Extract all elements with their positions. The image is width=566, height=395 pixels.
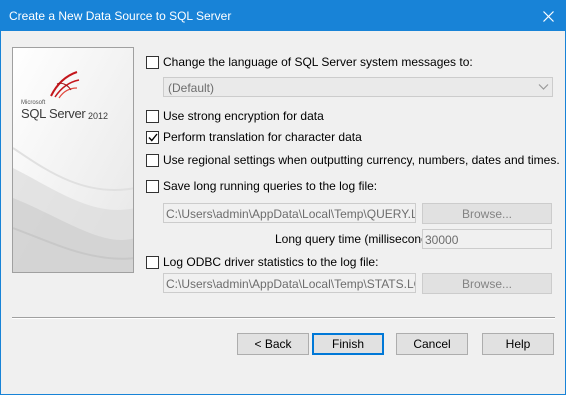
- translation-checkbox[interactable]: [146, 130, 159, 144]
- help-button[interactable]: Help: [482, 333, 554, 355]
- translation-option[interactable]: Perform translation for character data: [146, 130, 362, 144]
- regional-settings-option[interactable]: Use regional settings when outputting cu…: [146, 153, 560, 167]
- change-language-option[interactable]: Change the language of SQL Server system…: [146, 55, 473, 69]
- finish-button[interactable]: Finish: [312, 333, 384, 355]
- close-button[interactable]: [531, 1, 565, 31]
- save-long-queries-option[interactable]: Save long running queries to the log fil…: [146, 179, 377, 193]
- language-select[interactable]: (Default): [163, 77, 553, 97]
- log-odbc-stats-label: Log ODBC driver statistics to the log fi…: [163, 255, 379, 269]
- language-select-value: (Default): [168, 81, 215, 95]
- strong-encryption-checkbox[interactable]: [146, 109, 159, 123]
- change-language-checkbox[interactable]: [146, 55, 159, 69]
- log-odbc-stats-option[interactable]: Log ODBC driver statistics to the log fi…: [146, 255, 378, 269]
- close-icon: [542, 10, 554, 22]
- button-separator: [12, 317, 555, 319]
- chevron-down-icon: [538, 84, 549, 90]
- change-language-label: Change the language of SQL Server system…: [163, 55, 473, 69]
- strong-encryption-option[interactable]: Use strong encryption for data: [146, 109, 324, 123]
- stats-log-path-field[interactable]: C:\Users\admin\AppData\Local\Temp\STATS.…: [163, 273, 416, 293]
- dialog-content: Microsoft SQL Server 2012 Change the lan…: [1, 31, 565, 394]
- save-long-queries-label: Save long running queries to the log fil…: [163, 179, 378, 193]
- product-logo-panel: Microsoft SQL Server 2012: [12, 47, 134, 273]
- save-long-queries-checkbox[interactable]: [146, 179, 159, 193]
- log-odbc-stats-checkbox[interactable]: [146, 255, 159, 269]
- query-log-browse-button[interactable]: Browse...: [422, 203, 552, 224]
- window-title: Create a New Data Source to SQL Server: [9, 9, 232, 23]
- checkmark-icon: [147, 133, 158, 142]
- sql-server-logo-icon: [50, 71, 80, 99]
- logo-year-text: 2012: [88, 111, 109, 121]
- regional-settings-checkbox[interactable]: [146, 153, 159, 167]
- stats-log-browse-button[interactable]: Browse...: [422, 273, 552, 294]
- title-bar[interactable]: Create a New Data Source to SQL Server: [1, 1, 565, 31]
- regional-settings-label: Use regional settings when outputting cu…: [163, 153, 560, 167]
- query-log-path-field[interactable]: C:\Users\admin\AppData\Local\Temp\QUERY.…: [163, 203, 416, 223]
- dialog-window: Create a New Data Source to SQL Server M…: [0, 0, 566, 395]
- strong-encryption-label: Use strong encryption for data: [163, 109, 324, 123]
- back-button[interactable]: < Back: [237, 333, 309, 355]
- long-query-time-field[interactable]: 30000: [422, 229, 552, 249]
- logo-product-text: SQL Server: [21, 106, 86, 121]
- cancel-button[interactable]: Cancel: [396, 333, 468, 355]
- translation-label: Perform translation for character data: [163, 130, 362, 144]
- long-query-time-label: Long query time (milliseconds):: [275, 232, 442, 246]
